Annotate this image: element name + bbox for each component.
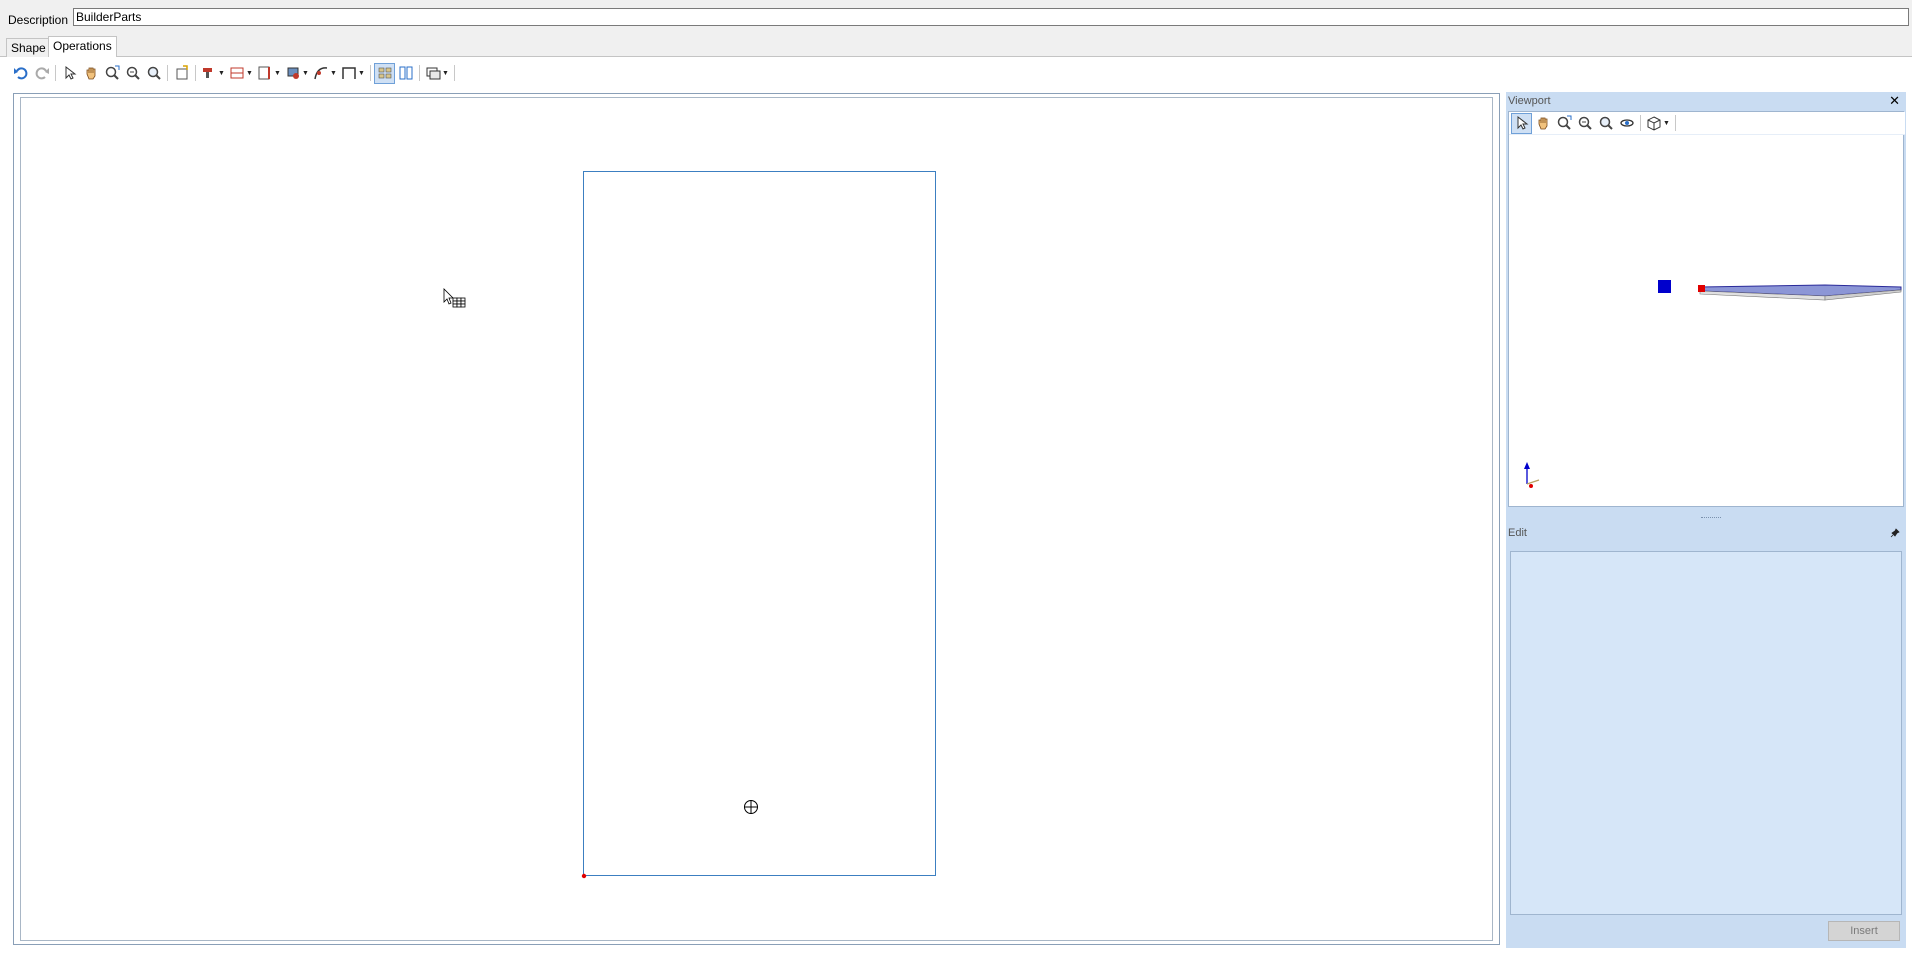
description-row: Description: [0, 0, 1912, 34]
close-icon[interactable]: ✕: [1889, 92, 1900, 110]
axis-triad-icon: [1524, 462, 1540, 488]
view-cube-icon[interactable]: ▼: [1644, 113, 1672, 134]
pan-hand-icon[interactable]: [80, 63, 101, 84]
pocket-icon[interactable]: ▼: [283, 63, 311, 84]
pan-hand-icon[interactable]: [1532, 113, 1553, 134]
viewport-header: Viewport ✕: [1506, 92, 1906, 110]
select-arrow-icon[interactable]: [59, 63, 80, 84]
zoom-window-icon[interactable]: [143, 63, 164, 84]
zoom-extents-icon[interactable]: [101, 63, 122, 84]
edit-title: Edit: [1508, 527, 1527, 539]
edit-panel: [1510, 551, 1902, 915]
display-mode-icon[interactable]: ▼: [423, 63, 451, 84]
zoom-extents-icon[interactable]: [1553, 113, 1574, 134]
zoom-in-icon[interactable]: [1595, 113, 1616, 134]
edit-header: Edit: [1506, 524, 1906, 542]
undo-icon[interactable]: [10, 63, 31, 84]
dock-splitter[interactable]: [1506, 515, 1906, 522]
new-part-icon[interactable]: [171, 63, 192, 84]
tab-operations[interactable]: Operations: [48, 36, 117, 57]
viewport-toolbar: ▼: [1509, 112, 1905, 135]
grid-view-icon[interactable]: [374, 62, 395, 84]
curve-icon[interactable]: ▼: [311, 63, 339, 84]
tab-shape[interactable]: Shape: [6, 38, 51, 57]
pin-icon[interactable]: [1890, 524, 1900, 545]
panel-edge-icon[interactable]: ▼: [255, 63, 283, 84]
cursor-icon: [443, 288, 466, 308]
insert-button[interactable]: Insert: [1828, 921, 1900, 941]
drawing-svg: [443, 171, 936, 879]
zoom-in-icon[interactable]: [122, 63, 143, 84]
viewport-blue-marker: [1658, 280, 1671, 293]
viewport-3d[interactable]: ▼: [1508, 111, 1905, 507]
drill-icon[interactable]: ▼: [199, 63, 227, 84]
profile-icon[interactable]: ▼: [339, 63, 367, 84]
part-outline[interactable]: [583, 171, 936, 876]
viewport-scene: [1524, 280, 1902, 488]
description-input[interactable]: [73, 8, 1909, 26]
zoom-out-icon[interactable]: [1574, 113, 1595, 134]
main-toolbar: ▼ ▼ ▼ ▼ ▼ ▼ ▼: [0, 61, 1912, 85]
redo-icon[interactable]: [31, 63, 52, 84]
description-label: Description: [8, 13, 69, 27]
orbit-icon[interactable]: [1616, 113, 1637, 134]
drawing-canvas-frame: [13, 93, 1500, 945]
drawing-canvas[interactable]: [20, 97, 1493, 941]
split-view-icon[interactable]: [395, 63, 416, 84]
viewport-title: Viewport: [1508, 95, 1551, 107]
groove-icon[interactable]: ▼: [227, 63, 255, 84]
origin-marker: [581, 873, 587, 879]
center-crosshair-icon: [744, 800, 758, 814]
right-dock: Viewport ✕ ▼ Edit Insert: [1506, 92, 1906, 948]
viewport-part-model: [1698, 284, 1902, 301]
select-arrow-icon[interactable]: [1511, 112, 1532, 134]
